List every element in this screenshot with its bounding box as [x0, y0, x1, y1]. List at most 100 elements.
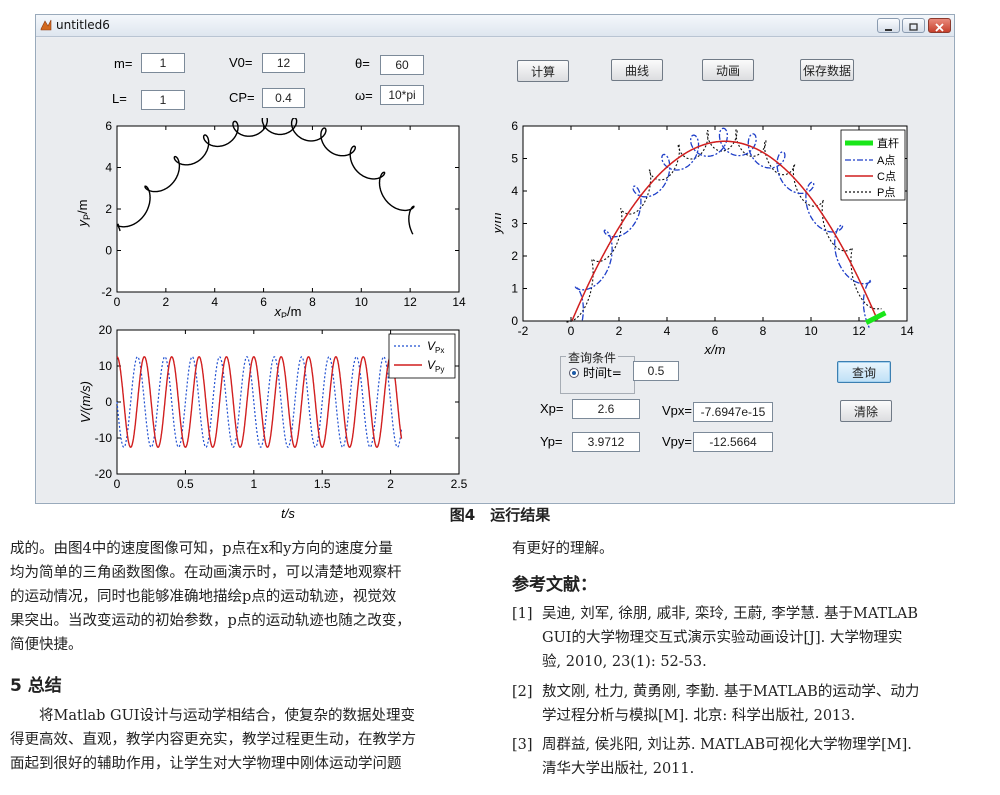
y-tick-label: 2 — [105, 202, 112, 216]
m-label: m= — [114, 56, 133, 71]
m-input[interactable]: 1 — [141, 53, 185, 73]
y-tick-label: -10 — [95, 431, 113, 445]
animate-button[interactable]: 动画 — [702, 59, 754, 81]
y-tick-label: 5 — [511, 152, 518, 166]
x-axis-label: x/m — [704, 342, 726, 357]
x-tick-label: -2 — [518, 324, 529, 338]
y-axis-label: yP/m — [77, 200, 92, 228]
x-tick-label: 12 — [852, 324, 866, 338]
legend-p-label: P点 — [877, 186, 895, 199]
y-axis-label-group: yP/m — [77, 200, 92, 228]
minimize-button[interactable] — [877, 18, 900, 33]
reference-text: 周群益, 侯兆阳, 刘让苏. MATLAB可视化大学物理学[M]. — [542, 737, 912, 753]
animation-plot[interactable]: -2 0 2 4 6 8 10 12 140123456直杆A点C点P点x/my/m — [495, 118, 915, 358]
cp-input[interactable]: 0.4 — [262, 88, 305, 108]
clear-button[interactable]: 清除 — [840, 400, 892, 422]
x-tick-label: 10 — [804, 324, 818, 338]
x-tick-label: 14 — [900, 324, 914, 338]
legend-c-label: C点 — [877, 170, 896, 183]
x-tick-label: 0 — [568, 324, 575, 338]
x-tick-label: 2 — [387, 477, 394, 491]
cp-label: CP= — [229, 90, 255, 105]
text-line: 得更高效、直观，教学内容更充实，教学过程更生动，在教学方 — [10, 732, 416, 748]
vpy-value[interactable]: -12.5664 — [693, 432, 773, 452]
theta-input[interactable]: 60 — [380, 55, 424, 75]
xp-value[interactable]: 2.6 — [572, 399, 640, 419]
omega-label: ω= — [355, 88, 373, 103]
x-tick-label: 8 — [309, 295, 316, 309]
x-tick-label: 2.5 — [451, 477, 468, 491]
reference-text: GUI的大学物理交互式演示实验动画设计[J]. 大学物理实 — [542, 630, 903, 646]
left-paragraph-1: 成的。由图4中的速度图像可知，p点在x和y方向的速度分量 均为简单的三角函数图像… — [10, 537, 488, 657]
vpy-label: Vpy= — [662, 434, 692, 449]
x-tick-label: 2 — [163, 295, 170, 309]
x-tick-label: 0 — [114, 295, 121, 309]
v0-label: V0= — [229, 55, 253, 70]
x-tick-label: 6 — [712, 324, 719, 338]
x-tick-label: 4 — [664, 324, 671, 338]
x-tick-label: 8 — [760, 324, 767, 338]
reference-number: [2] — [512, 684, 533, 700]
reference-text: 学过程分析与模拟[M]. 北京: 科学出版社, 2013. — [542, 708, 856, 724]
reference-text: 验, 2010, 23(1): 52-53. — [542, 654, 707, 670]
matlab-icon — [40, 19, 52, 31]
reference-3: [3] 周群益, 侯兆阳, 刘让苏. MATLAB可视化大学物理学[M]. 清华… — [512, 733, 992, 781]
time-radio-label: 时间t= — [583, 366, 622, 380]
x-tick-label: 0 — [114, 477, 121, 491]
y-tick-label: 4 — [511, 184, 518, 198]
window-title: untitled6 — [56, 18, 110, 32]
plot-area — [116, 125, 460, 293]
x-tick-label: 1.5 — [314, 477, 331, 491]
velocity-plot[interactable]: 0 0.5 1 1.5 2 2.5-20-1001020VPxVPyt/sV/(m/s) — [77, 322, 477, 522]
y-axis-label: y/m — [495, 212, 504, 234]
maximize-button[interactable] — [902, 18, 925, 33]
y-tick-label: 2 — [511, 249, 518, 263]
y-tick-label: 6 — [511, 119, 518, 133]
l-input[interactable]: 1 — [141, 90, 185, 110]
y-tick-label: 0 — [105, 395, 112, 409]
vpx-value[interactable]: -7.6947e-15 — [693, 402, 773, 422]
y-tick-label: 10 — [99, 359, 113, 373]
x-tick-label: 12 — [403, 295, 417, 309]
text-line: 面起到很好的辅助作用，让学生对大学物理中刚体运动学问题 — [10, 756, 402, 772]
x-tick-label: 0.5 — [177, 477, 194, 491]
v0-input[interactable]: 12 — [262, 53, 305, 73]
close-button[interactable] — [928, 18, 951, 33]
time-input[interactable]: 0.5 — [633, 361, 679, 381]
y-tick-label: 20 — [99, 323, 113, 337]
reference-number: [1] — [512, 606, 533, 622]
trajectory-plot[interactable]: 02468101214-20246xP/myP/m — [77, 118, 477, 318]
x-tick-label: 4 — [211, 295, 218, 309]
time-radio[interactable] — [569, 368, 579, 378]
y-axis-label: V/(m/s) — [78, 381, 93, 423]
x-tick-label: 14 — [452, 295, 466, 309]
legend-box — [388, 333, 456, 379]
left-paragraph-2: 将Matlab GUI设计与运动学相结合，使复杂的数据处理变 得更高效、直观，教… — [10, 704, 488, 776]
y-tick-label: -20 — [95, 467, 113, 481]
yp-value[interactable]: 3.9712 — [572, 432, 640, 452]
x-tick-label: 2 — [616, 324, 623, 338]
query-button[interactable]: 查询 — [837, 361, 891, 383]
app-window: untitled6 m= 1 L= 1 V0= 12 CP= 0.4 θ= 60… — [35, 14, 955, 521]
calculate-button[interactable]: 计算 — [517, 60, 569, 82]
curve-button[interactable]: 曲线 — [611, 59, 663, 81]
text-line: 果突出。当改变运动的初始参数，p点的运动轨迹也随之改变， — [10, 613, 411, 629]
omega-input[interactable]: 10*pi — [380, 85, 424, 105]
y-tick-label: 0 — [105, 244, 112, 258]
section-title: 5 总结 — [10, 676, 62, 696]
xp-label: Xp= — [540, 401, 564, 416]
legend-rod-label: 直杆 — [877, 136, 899, 150]
reference-text: 清华大学出版社, 2011. — [542, 761, 695, 777]
yp-label: Yp= — [540, 434, 563, 449]
save-data-button[interactable]: 保存数据 — [800, 59, 854, 81]
y-tick-label: 4 — [105, 161, 112, 175]
maximize-icon — [909, 23, 918, 31]
close-icon — [935, 23, 944, 32]
y-tick-label: 0 — [511, 314, 518, 328]
legend-a-label: A点 — [877, 154, 895, 167]
x-axis-label: xP/m — [274, 304, 302, 318]
text-line: 均为简单的三角函数图像。在动画演示时，可以清楚地观察杆 — [10, 565, 402, 581]
minimize-icon — [885, 29, 892, 31]
theta-label: θ= — [355, 56, 370, 71]
l-label: L= — [112, 91, 127, 106]
